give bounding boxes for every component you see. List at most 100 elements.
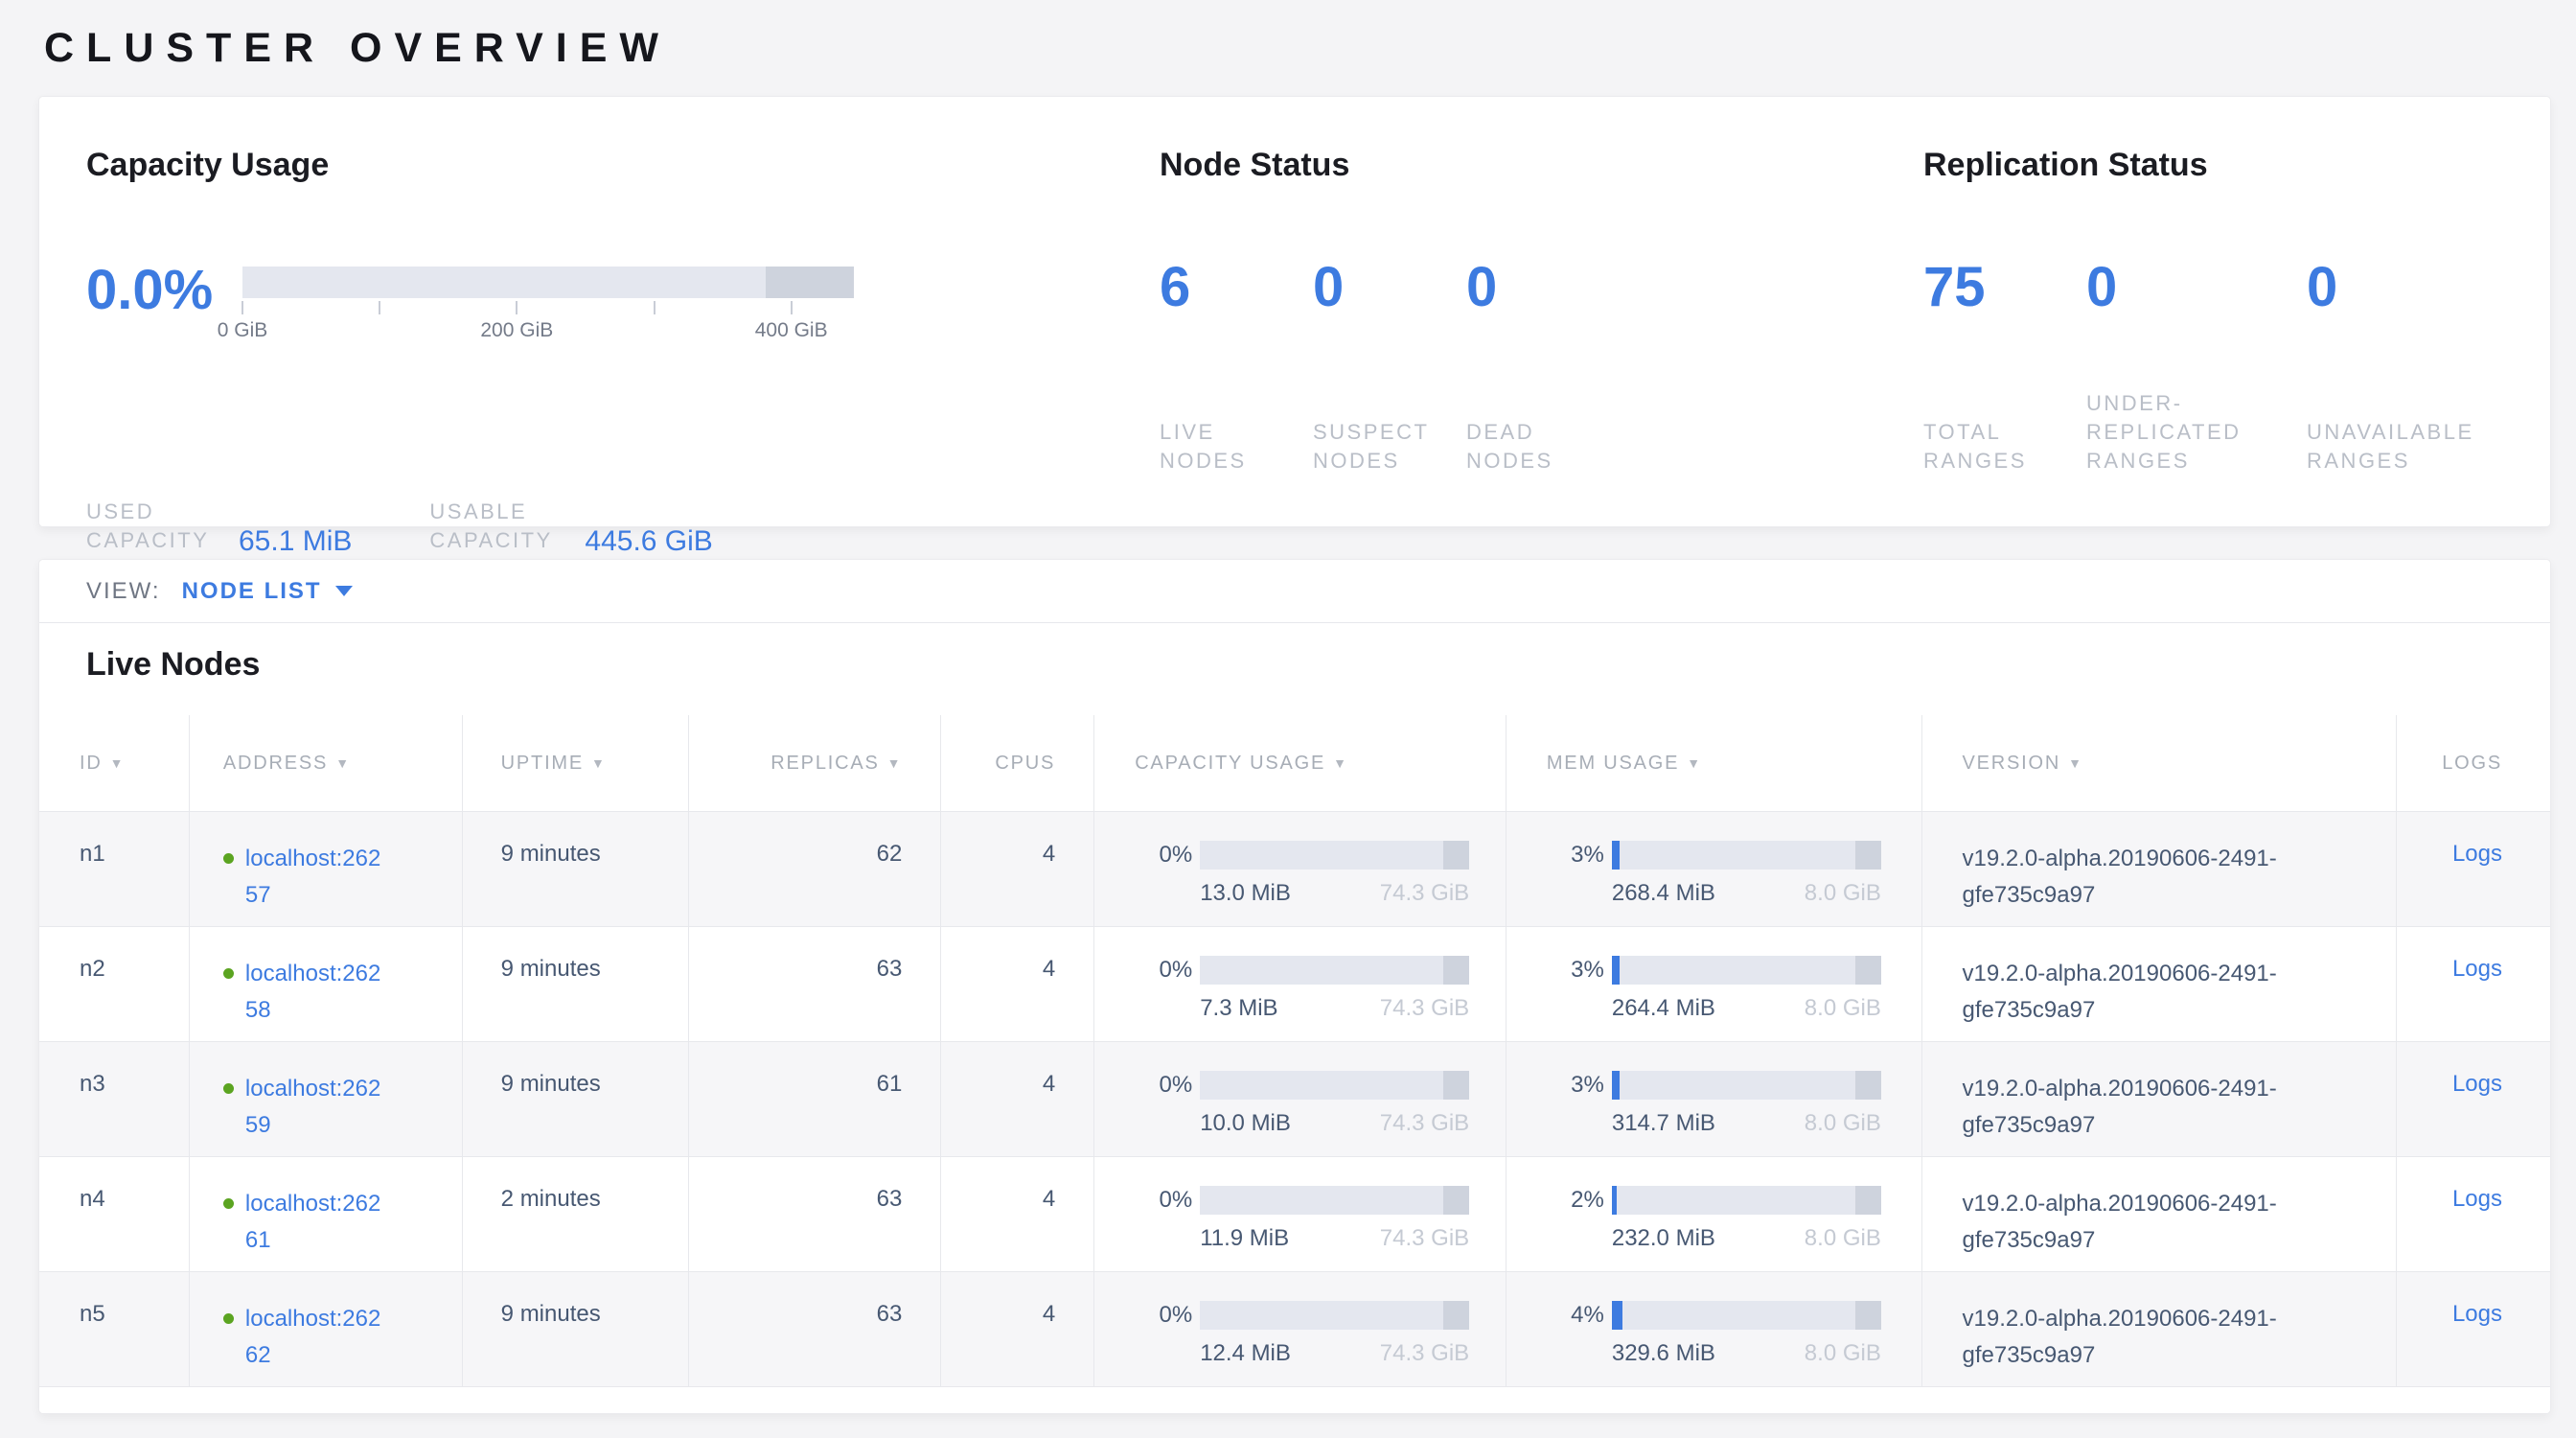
column-header-uptime[interactable]: UPTIME▼ bbox=[463, 715, 689, 811]
capacity-stat-label: USABLECAPACITY bbox=[429, 498, 562, 555]
live-nodes-table-header: ID▼ADDRESS▼UPTIME▼REPLICAS▼CPUSCAPACITY … bbox=[39, 715, 2550, 811]
node-status-stat: 0SUSPECTNODES bbox=[1313, 255, 1466, 475]
capacity-usage-bar-track bbox=[1200, 956, 1469, 985]
node-status-stat-value: 0 bbox=[1313, 255, 1466, 319]
stat-label-line: RANGES bbox=[2086, 447, 2307, 475]
node-version-text: v19.2.0-alpha.20190606-2491-gfe735c9a97 bbox=[1963, 1071, 2365, 1144]
capacity-usage-bar-total-value: 74.3 GiB bbox=[1380, 1225, 1469, 1252]
mem-usage-bar-used-value: 329.6 MiB bbox=[1612, 1340, 1715, 1367]
capacity-gauge-track bbox=[242, 267, 854, 298]
axis-tick bbox=[379, 301, 380, 314]
node-logs-link[interactable]: Logs bbox=[2452, 1186, 2502, 1212]
mem-usage-bar-total-value: 8.0 GiB bbox=[1805, 1225, 1881, 1252]
mem-usage-bar: 3%314.7 MiB8.0 GiB bbox=[1547, 1071, 1921, 1137]
node-address-link[interactable]: localhost:26261 bbox=[245, 1186, 389, 1259]
node-logs-link[interactable]: Logs bbox=[2452, 956, 2502, 982]
view-mode-dropdown[interactable]: NODE LIST bbox=[182, 578, 353, 605]
column-header-logs: LOGS bbox=[2397, 715, 2550, 811]
node-cpus-cell: 4 bbox=[941, 1272, 1094, 1386]
node-cpus-cell: 4 bbox=[941, 927, 1094, 1041]
column-header-label: CPUS bbox=[995, 753, 1055, 775]
mem-usage-bar-track bbox=[1612, 841, 1881, 870]
usage-bar-row: 4% bbox=[1547, 1301, 1921, 1330]
mem-usage-bar-used-value: 232.0 MiB bbox=[1612, 1225, 1715, 1252]
stat-label-line: TOTAL bbox=[1923, 418, 2086, 447]
column-header-mem-usage[interactable]: MEM USAGE▼ bbox=[1506, 715, 1922, 811]
column-header-label: MEM USAGE bbox=[1547, 753, 1679, 775]
stat-label-line: UNDER- bbox=[2086, 389, 2307, 418]
mem-usage-bar-reserved-segment bbox=[1855, 841, 1881, 870]
capacity-usage-title: Capacity Usage bbox=[86, 147, 329, 184]
view-bar: VIEW: NODE LIST bbox=[39, 560, 2550, 623]
usage-bar-values: 11.9 MiB 74.3 GiB bbox=[1200, 1225, 1469, 1252]
table-row-n3: n3localhost:262599 minutes6140%10.0 MiB7… bbox=[39, 1041, 2550, 1156]
mem-usage-bar: 3% 268.4 MiB 8.0 GiB bbox=[1547, 841, 1921, 907]
node-address-link[interactable]: localhost:26259 bbox=[245, 1071, 389, 1144]
replication-stat-value: 0 bbox=[2307, 255, 2546, 319]
column-header-replicas[interactable]: REPLICAS▼ bbox=[689, 715, 942, 811]
capacity-usage-bar-percent: 0% bbox=[1135, 1072, 1192, 1099]
usage-bar-row: 3% bbox=[1547, 956, 1921, 985]
node-address-link[interactable]: localhost:26257 bbox=[245, 841, 389, 914]
mem-usage-bar-used-value: 268.4 MiB bbox=[1612, 880, 1715, 907]
stat-label-line: REPLICATED bbox=[2086, 418, 2307, 447]
axis-tick-label: 400 GiB bbox=[755, 319, 828, 342]
capacity-usage-bar-used-value: 11.9 MiB bbox=[1200, 1225, 1289, 1252]
view-label: VIEW: bbox=[86, 578, 161, 605]
capacity-usage-bar-used-value: 10.0 MiB bbox=[1200, 1110, 1291, 1137]
node-address-link[interactable]: localhost:26258 bbox=[245, 956, 389, 1029]
node-status-title: Node Status bbox=[1160, 147, 1349, 184]
usage-bar-values: 232.0 MiB 8.0 GiB bbox=[1612, 1225, 1881, 1252]
capacity-gauge-nonusable-segment bbox=[766, 267, 854, 298]
axis-tick-label: 200 GiB bbox=[480, 319, 553, 342]
node-id-cell: n1 bbox=[39, 812, 190, 926]
capacity-usage-bar-reserved-segment bbox=[1443, 1186, 1469, 1215]
sort-arrow-icon: ▼ bbox=[110, 755, 126, 771]
usage-bar-row: 0% bbox=[1135, 1186, 1506, 1215]
table-row-n1: n1localhost:262579 minutes6240%13.0 MiB7… bbox=[39, 811, 2550, 926]
mem-usage-bar-total-value: 8.0 GiB bbox=[1805, 880, 1881, 907]
capacity-used-percent: 0.0% bbox=[86, 258, 213, 322]
mem-usage-bar-percent: 2% bbox=[1547, 1187, 1604, 1214]
column-header-address[interactable]: ADDRESS▼ bbox=[190, 715, 463, 811]
usage-bar-values: 12.4 MiB74.3 GiB bbox=[1200, 1340, 1469, 1367]
usage-bar-values: 13.0 MiB74.3 GiB bbox=[1200, 880, 1469, 907]
node-version-cell: v19.2.0-alpha.20190606-2491-gfe735c9a97 bbox=[1922, 812, 2398, 926]
usage-bar-values: 268.4 MiB 8.0 GiB bbox=[1612, 880, 1881, 907]
node-version-text: v19.2.0-alpha.20190606-2491-gfe735c9a97 bbox=[1963, 1186, 2365, 1259]
node-logs-link[interactable]: Logs bbox=[2452, 1301, 2502, 1327]
replication-status-stats: 75TOTALRANGES0UNDER-REPLICATEDRANGES0UNA… bbox=[1923, 255, 2546, 475]
column-header-capacity-usage[interactable]: CAPACITY USAGE▼ bbox=[1094, 715, 1506, 811]
column-header-label: LOGS bbox=[2442, 753, 2502, 775]
stat-label-line: NODES bbox=[1160, 447, 1313, 475]
node-address-link[interactable]: localhost:26262 bbox=[245, 1301, 389, 1374]
node-replicas-cell: 61 bbox=[689, 1042, 942, 1156]
mem-usage-bar-track bbox=[1612, 1071, 1881, 1100]
node-logs-link[interactable]: Logs bbox=[2452, 1071, 2502, 1097]
node-cpus-cell: 4 bbox=[941, 1157, 1094, 1271]
stat-label-line: LIVE bbox=[1160, 418, 1313, 447]
capacity-usage-bar: 0%13.0 MiB74.3 GiB bbox=[1135, 841, 1506, 907]
node-replicas-cell: 63 bbox=[689, 1157, 942, 1271]
column-header-id[interactable]: ID▼ bbox=[39, 715, 190, 811]
node-version-cell: v19.2.0-alpha.20190606-2491-gfe735c9a97 bbox=[1922, 927, 2398, 1041]
node-mem-usage-cell: 4%329.6 MiB8.0 GiB bbox=[1506, 1272, 1922, 1386]
mem-usage-bar-used-value: 264.4 MiB bbox=[1612, 995, 1715, 1022]
capacity-stats: USEDCAPACITY65.1 MiBUSABLECAPACITY445.6 … bbox=[86, 498, 713, 555]
mem-usage-bar-total-value: 8.0 GiB bbox=[1805, 1110, 1881, 1137]
node-logs-link[interactable]: Logs bbox=[2452, 841, 2502, 867]
node-logs-cell: Logs bbox=[2397, 812, 2550, 926]
usage-bar-row: 0% bbox=[1135, 956, 1506, 985]
usage-bar-values: 10.0 MiB74.3 GiB bbox=[1200, 1110, 1469, 1137]
mem-usage-bar-track bbox=[1612, 1186, 1881, 1215]
column-header-label: UPTIME bbox=[501, 753, 584, 775]
node-status-stats: 6LIVENODES0SUSPECTNODES0DEADNODES bbox=[1160, 255, 1620, 475]
sort-arrow-icon: ▼ bbox=[2068, 755, 2083, 771]
node-address-cell: localhost:26262 bbox=[190, 1272, 463, 1386]
column-header-version[interactable]: VERSION▼ bbox=[1922, 715, 2398, 811]
capacity-usage-bar-reserved-segment bbox=[1443, 956, 1469, 985]
mem-usage-bar-track bbox=[1612, 956, 1881, 985]
node-id-cell: n3 bbox=[39, 1042, 190, 1156]
node-logs-cell: Logs bbox=[2397, 1042, 2550, 1156]
mem-usage-bar-percent: 3% bbox=[1547, 842, 1604, 869]
